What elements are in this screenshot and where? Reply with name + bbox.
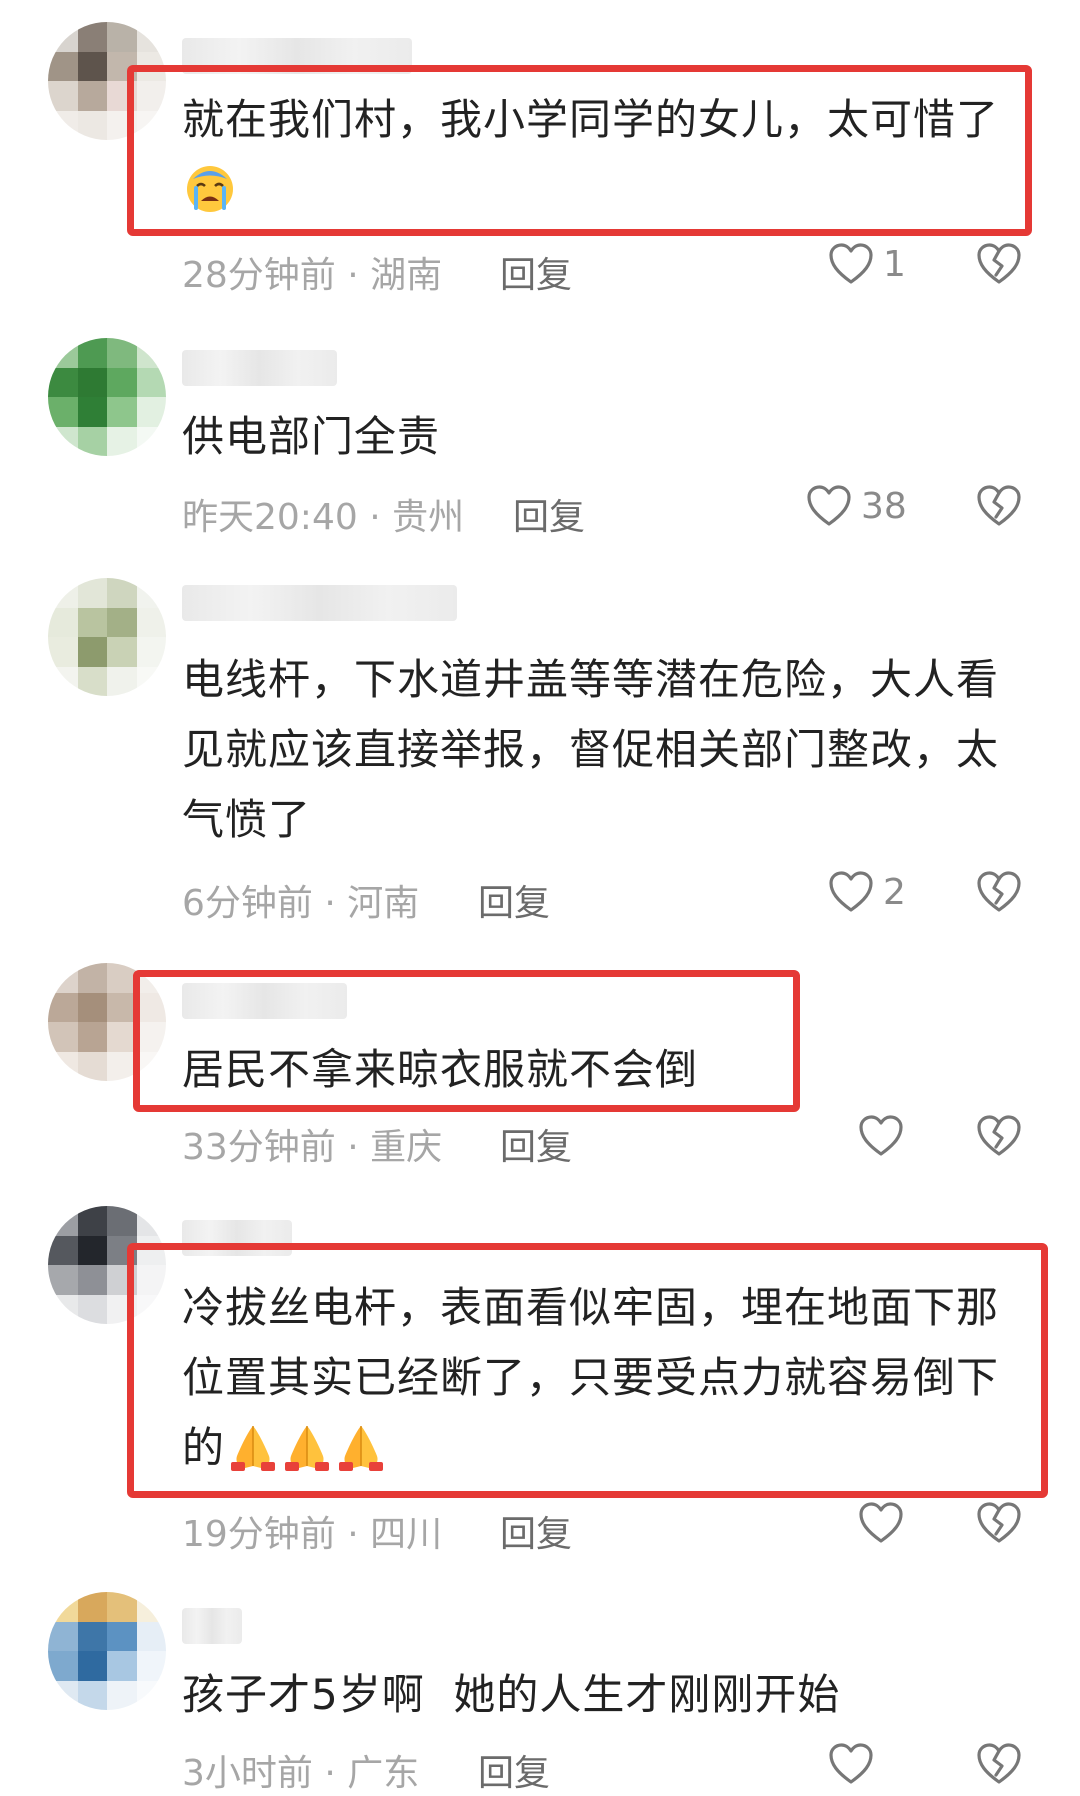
- like-button[interactable]: [857, 1499, 913, 1547]
- comment-time: 33分钟前: [182, 1127, 336, 1168]
- comment-meta: 3小时前 · 广东: [182, 1753, 420, 1794]
- heart-outline-icon: [827, 868, 875, 916]
- avatar[interactable]: [48, 578, 166, 696]
- reply-button[interactable]: 回复: [500, 1118, 572, 1170]
- reply-button[interactable]: 回复: [500, 1505, 572, 1557]
- reply-button[interactable]: 回复: [500, 246, 572, 298]
- comment-location: 广东: [347, 1753, 420, 1794]
- broken-heart-icon[interactable]: [975, 240, 1023, 288]
- comment-meta: 28分钟前 · 湖南: [182, 255, 443, 296]
- username-blurred[interactable]: [182, 350, 337, 386]
- broken-heart-icon[interactable]: [975, 1740, 1023, 1788]
- comment-text: 供电部门全责: [182, 412, 441, 461]
- heart-outline-icon: [827, 1740, 875, 1788]
- avatar[interactable]: [48, 1206, 166, 1324]
- comment-text: 冷拔丝电杆，表面看似牢固，埋在地面下那位置其实已经断了，只要受点力就容易倒下的: [182, 1283, 1000, 1472]
- comment-location: 四川: [370, 1514, 443, 1555]
- comment-time: 昨天20:40: [182, 497, 358, 538]
- comment-location: 贵州: [392, 497, 465, 538]
- avatar[interactable]: [48, 22, 166, 140]
- avatar[interactable]: [48, 338, 166, 456]
- broken-heart-icon[interactable]: [975, 868, 1023, 916]
- comment-time: 3小时前: [182, 1753, 313, 1794]
- like-count: 2: [883, 871, 906, 913]
- comment-text: 居民不拿来晾衣服就不会倒: [182, 1045, 699, 1094]
- like-button[interactable]: 1: [827, 240, 906, 288]
- username-blurred[interactable]: [182, 585, 457, 621]
- folded-hands-emoji: [335, 1420, 387, 1472]
- reply-button[interactable]: 回复: [478, 874, 550, 926]
- heart-outline-icon: [827, 240, 875, 288]
- reply-button[interactable]: 回复: [513, 488, 585, 540]
- comment-meta: 19分钟前 · 四川: [182, 1514, 443, 1555]
- comment-meta: 33分钟前 · 重庆: [182, 1127, 443, 1168]
- like-button[interactable]: 2: [827, 868, 906, 916]
- broken-heart-icon[interactable]: [975, 1112, 1023, 1160]
- heart-outline-icon: [805, 482, 853, 530]
- broken-heart-icon[interactable]: [975, 1499, 1023, 1547]
- comment-time: 19分钟前: [182, 1514, 336, 1555]
- comment-meta: 昨天20:40 · 贵州: [182, 497, 465, 538]
- avatar[interactable]: [48, 1592, 166, 1710]
- folded-hands-emoji: [281, 1420, 333, 1472]
- comment-text: 电线杆，下水道井盖等等潜在危险，大人看见就应该直接举报，督促相关部门整改，太气愤…: [182, 655, 1000, 844]
- like-count: 38: [861, 485, 907, 527]
- comment-location: 重庆: [370, 1127, 443, 1168]
- reply-button[interactable]: 回复: [478, 1744, 550, 1796]
- heart-outline-icon: [857, 1112, 905, 1160]
- broken-heart-icon[interactable]: [975, 482, 1023, 530]
- like-button[interactable]: 38: [805, 482, 907, 530]
- like-button[interactable]: [857, 1112, 913, 1160]
- username-blurred[interactable]: [182, 1220, 292, 1256]
- comment-time: 6分钟前: [182, 883, 313, 924]
- heart-outline-icon: [857, 1499, 905, 1547]
- loudly-crying-face-emoji: [184, 162, 236, 214]
- username-blurred[interactable]: [182, 38, 412, 74]
- comment-location: 湖南: [370, 255, 443, 296]
- like-count: 1: [883, 243, 906, 285]
- avatar[interactable]: [48, 963, 166, 1081]
- comment-text: 就在我们村，我小学同学的女儿，太可惜了: [182, 85, 1012, 225]
- comment-text: 孩子才5岁啊 她的人生才刚刚开始: [182, 1670, 841, 1719]
- comment-location: 河南: [347, 883, 420, 924]
- username-blurred[interactable]: [182, 983, 347, 1019]
- username-blurred[interactable]: [182, 1608, 242, 1644]
- comment-time: 28分钟前: [182, 255, 336, 296]
- comment-meta: 6分钟前 · 河南: [182, 883, 420, 924]
- like-button[interactable]: [827, 1740, 883, 1788]
- folded-hands-emoji: [227, 1420, 279, 1472]
